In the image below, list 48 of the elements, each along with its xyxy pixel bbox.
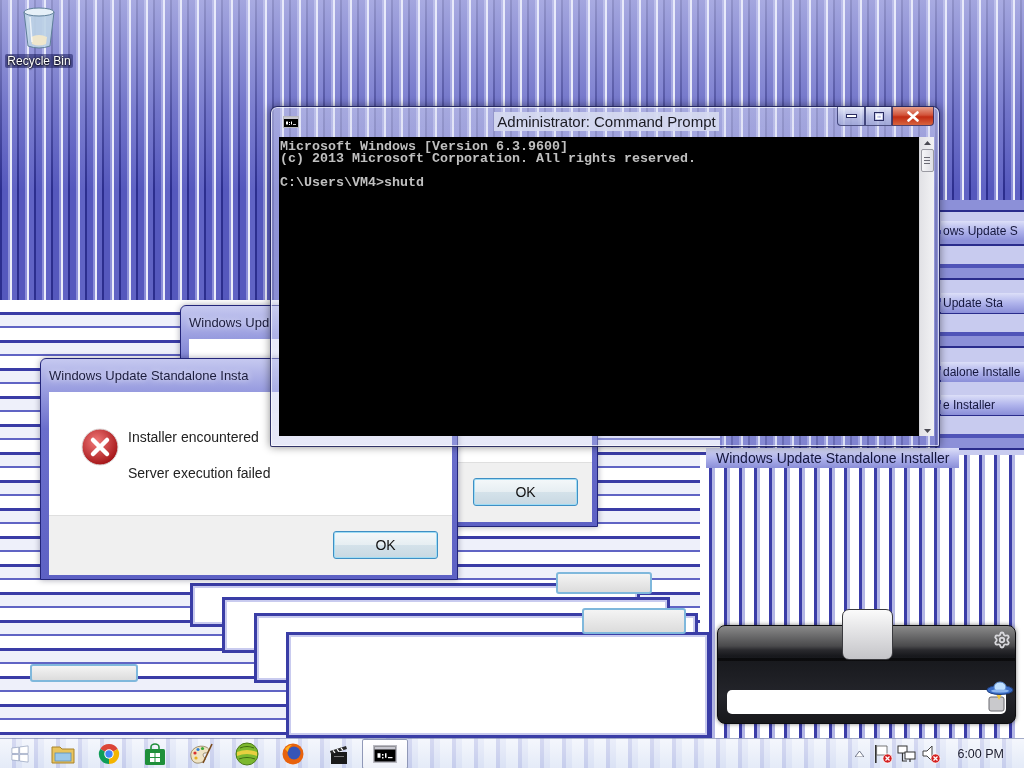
maximize-button[interactable] [865,107,892,126]
maximize-icon [873,111,884,121]
minimize-button[interactable] [837,107,865,126]
console-line: C:\Users\VM4>shutd [280,176,424,189]
palette-icon[interactable] [189,742,213,765]
error-icon [81,428,119,466]
window-title: e Installer [941,395,1024,415]
trash-bin-icon[interactable] [22,6,56,50]
minimize-icon [845,114,857,118]
taskbar-button[interactable] [362,738,408,768]
slider-track[interactable] [718,609,1015,661]
console-screen[interactable]: Microsoft Windows [Version 6.3.9600] (c) 2013 Microsoft Corporation. All rights reserved. C:\Users\VM4>shutd [279,136,919,436]
slider-thumb[interactable] [842,609,893,660]
close-icon [907,110,919,122]
window-title: Windows Update Standalone Installer [706,448,960,468]
input-field[interactable] [727,690,1006,714]
scrollbar[interactable] [919,136,934,436]
ringed-globe-icon[interactable] [282,742,304,765]
window-title: ows Update S [941,221,1024,241]
window-title: Windows Upd [189,315,270,330]
speaker-icon[interactable] [921,743,942,764]
ok-button[interactable]: OK [473,478,578,506]
flag-icon[interactable] [873,743,894,764]
up-arrow-icon[interactable] [923,140,931,145]
close-button[interactable] [892,107,934,126]
console-icon[interactable] [373,744,397,763]
start-icon[interactable] [11,744,29,763]
console-icon [283,115,299,128]
network-icon[interactable] [897,743,918,764]
dialog-message: Installer encountered [128,429,259,446]
console-line: Microsoft Windows [Version 6.3.9600] [280,140,568,153]
flying-saucer-icon[interactable] [984,680,1014,713]
dialog-message: Server execution failed [128,465,271,482]
settings-icon[interactable] [993,631,1011,649]
scrollbar-thumb[interactable] [920,148,934,172]
ok-button[interactable]: OK [333,531,438,559]
tricolor-ball-icon[interactable] [98,742,120,765]
console-line: (c) 2013 Microsoft Corporation. All rights reserved. [280,152,696,165]
clock[interactable]: 6:00 PM [957,746,1004,761]
window-title: Administrator: Command Prompt [494,112,719,132]
window-title: dalone Installe [941,362,1024,382]
chevron-up-icon[interactable] [854,750,864,757]
down-arrow-icon[interactable] [923,429,931,433]
shopping-bag-icon[interactable] [144,742,166,765]
desktop-icon-label[interactable]: Recycle Bin [5,54,73,68]
globe-icon[interactable] [235,741,259,766]
window-title: Update Sta [941,293,1024,313]
window-title: Windows Update Standalone Insta [49,368,249,383]
